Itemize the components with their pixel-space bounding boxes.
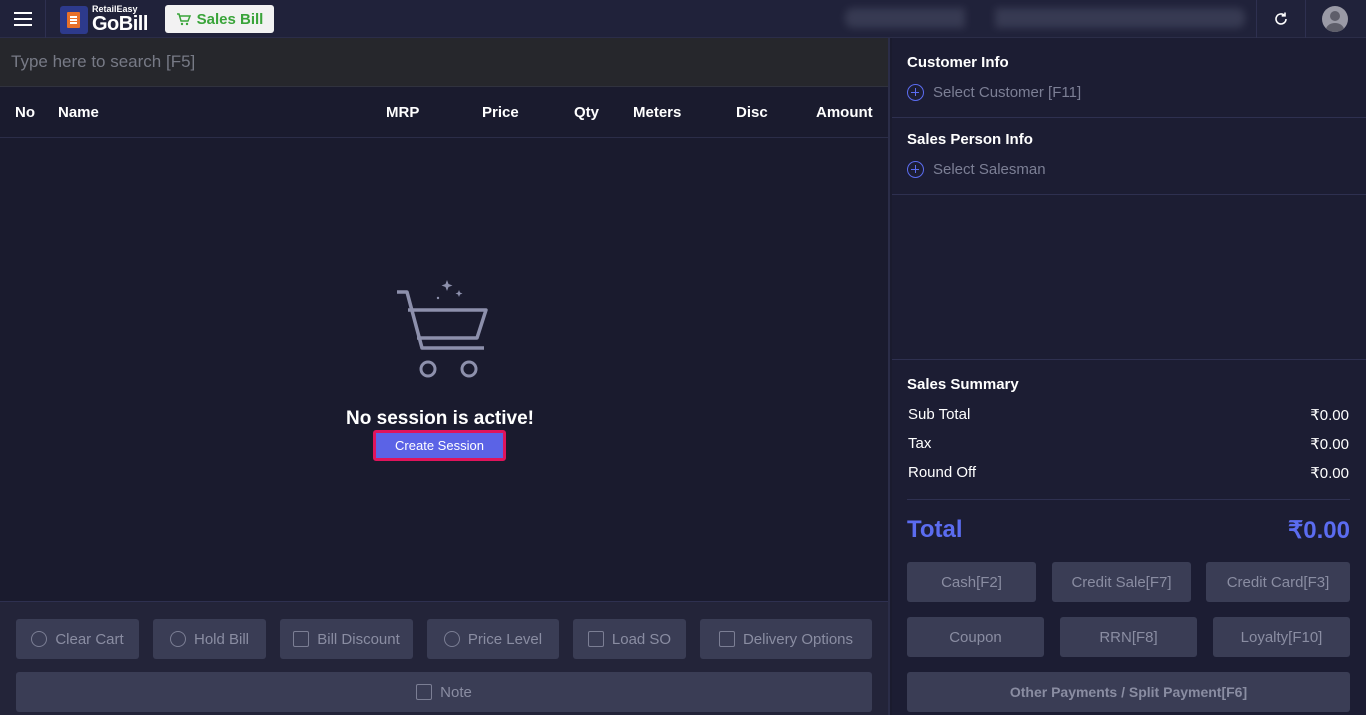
subtotal-value: ₹0.00 <box>1310 407 1349 424</box>
hand-icon <box>169 631 186 647</box>
hold-bill-label: Hold Bill <box>193 630 250 648</box>
roundoff-value: ₹0.00 <box>1310 465 1349 482</box>
load-so-button[interactable]: Load SO <box>573 619 686 659</box>
roundoff-label: Round Off <box>908 464 977 481</box>
gobill-logo: RetailEasy GoBill <box>60 4 150 35</box>
price-level-button[interactable]: Price Level <box>427 619 559 659</box>
percent-icon <box>293 631 310 647</box>
hamburger-menu-button[interactable] <box>0 0 46 38</box>
total-label: Total <box>907 516 963 543</box>
add-circle-icon <box>907 161 924 178</box>
menu-icon <box>13 10 32 28</box>
divider <box>892 359 1366 360</box>
subtotal-row: Sub Total ₹0.00 <box>908 406 1349 424</box>
column-price: Price <box>482 104 519 121</box>
divider <box>892 117 1366 118</box>
cart-action-bar: Clear Cart Hold Bill Bill Discount Price… <box>0 601 888 715</box>
sales-bill-label: Sales Bill <box>196 10 264 28</box>
refresh-icon <box>1275 12 1287 25</box>
search-input[interactable] <box>0 38 888 86</box>
credit-sale-button[interactable]: Credit Sale[F7] <box>1052 562 1191 602</box>
coupon-button[interactable]: Coupon <box>907 617 1044 657</box>
select-customer-link[interactable]: Select Customer [F11] <box>907 84 1081 101</box>
cart-load-icon <box>587 631 604 647</box>
total-value: ₹0.00 <box>1288 517 1350 544</box>
column-name: Name <box>58 104 99 121</box>
price-level-label: Price Level <box>467 630 543 648</box>
cart-panel: No Name MRP Price Qty Meters Disc Amount… <box>0 38 890 715</box>
logo-brand-big: GoBill <box>92 13 148 35</box>
add-circle-icon <box>907 84 924 101</box>
price-icon <box>443 631 460 647</box>
subtotal-label: Sub Total <box>908 406 971 423</box>
divider <box>892 194 1366 195</box>
column-qty: Qty <box>574 104 600 121</box>
cart-table-header: No Name MRP Price Qty Meters Disc Amount <box>0 87 888 138</box>
search-bar <box>0 38 888 87</box>
load-so-label: Load SO <box>611 630 672 648</box>
note-button[interactable]: Note <box>16 672 872 712</box>
top-bar: RetailEasy GoBill Sales Bill <box>0 0 1366 38</box>
refresh-button[interactable] <box>1256 0 1306 38</box>
shopping-cart-icon <box>176 12 191 25</box>
select-salesman-link[interactable]: Select Salesman <box>907 161 1046 178</box>
column-mrp: MRP <box>386 104 420 121</box>
bill-summary-panel: Customer Info Select Customer [F11] Sale… <box>892 38 1366 715</box>
bill-discount-button[interactable]: Bill Discount <box>280 619 413 659</box>
rrn-button[interactable]: RRN[F8] <box>1060 617 1197 657</box>
tax-row: Tax ₹0.00 <box>908 435 1349 453</box>
other-payments-button[interactable]: Other Payments / Split Payment[F6] <box>907 672 1350 712</box>
select-salesman-label: Select Salesman <box>933 161 1046 178</box>
clear-icon <box>31 631 48 647</box>
user-avatar[interactable] <box>1322 6 1348 32</box>
sales-summary-title: Sales Summary <box>907 376 1019 393</box>
sales-bill-tab[interactable]: Sales Bill <box>165 5 274 33</box>
total-row: Total ₹0.00 <box>907 516 1350 545</box>
column-amount: Amount <box>816 104 873 121</box>
loyalty-button[interactable]: Loyalty[F10] <box>1213 617 1350 657</box>
clear-cart-label: Clear Cart <box>55 630 124 648</box>
sales-person-info-title: Sales Person Info <box>907 131 1033 148</box>
no-session-message: No session is active! <box>346 408 534 429</box>
column-meters: Meters <box>633 104 682 121</box>
credit-card-button[interactable]: Credit Card[F3] <box>1206 562 1350 602</box>
delivery-icon <box>718 631 735 647</box>
tax-label: Tax <box>908 435 932 452</box>
customer-info-title: Customer Info <box>907 54 1009 71</box>
note-label: Note <box>440 683 472 701</box>
roundoff-row: Round Off ₹0.00 <box>908 464 1349 482</box>
column-disc: Disc <box>736 104 768 121</box>
blurred-user-info <box>845 8 1245 28</box>
bill-discount-label: Bill Discount <box>317 630 400 648</box>
cash-button[interactable]: Cash[F2] <box>907 562 1036 602</box>
delivery-options-label: Delivery Options <box>742 630 854 648</box>
divider <box>907 499 1350 500</box>
select-customer-label: Select Customer [F11] <box>933 84 1082 101</box>
note-icon <box>416 684 433 700</box>
clear-cart-button[interactable]: Clear Cart <box>16 619 139 659</box>
tax-value: ₹0.00 <box>1310 436 1349 453</box>
hold-bill-button[interactable]: Hold Bill <box>153 619 266 659</box>
receipt-icon <box>60 6 88 34</box>
empty-cart-icon <box>397 280 488 378</box>
create-session-button[interactable]: Create Session <box>373 430 506 461</box>
column-no: No <box>15 104 35 121</box>
delivery-options-button[interactable]: Delivery Options <box>700 619 872 659</box>
